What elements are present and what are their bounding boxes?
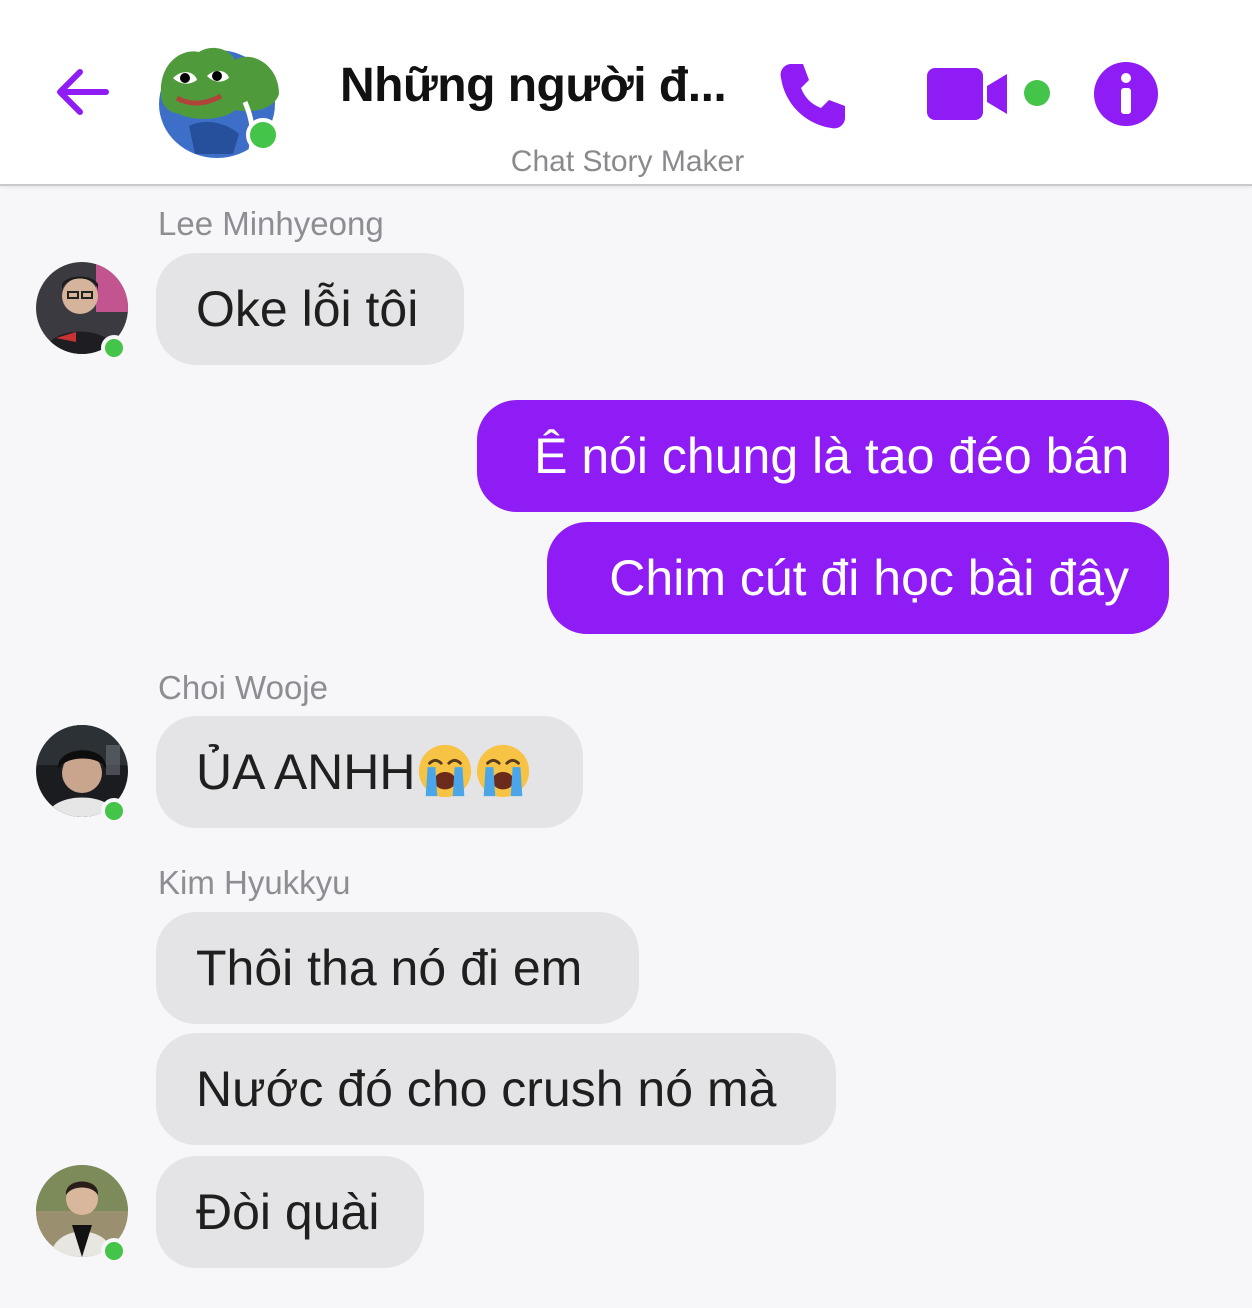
message-bubble[interactable]: Thôi tha nó đi em [156,912,639,1024]
video-online-indicator [1024,80,1050,106]
crying-face-icon [476,744,529,797]
group-online-indicator [246,118,280,152]
watermark-subtitle: Chat Story Maker [510,145,745,178]
message-text: Nước đó cho crush nó mà [196,1061,777,1117]
message-bubble-sent[interactable]: Chim cút đi học bài đây [547,522,1169,634]
online-indicator [101,798,127,824]
chat-header: Những người đ... Chat Story Maker [0,0,1252,186]
message-bubble[interactable]: Oke lỗi tôi [156,253,464,365]
video-camera-icon[interactable] [925,64,1015,124]
conversation-title[interactable]: Những người đ... [340,58,740,113]
online-indicator [101,1238,127,1264]
arrow-left-icon[interactable] [50,60,114,124]
phone-icon[interactable] [775,58,849,132]
message-bubble-sent[interactable]: Ê nói chung là tao đéo bán [477,400,1169,512]
message-text: Oke lỗi tôi [196,281,419,337]
sender-name: Lee Minhyeong [158,205,384,242]
sender-name: Choi Wooje [158,669,328,706]
online-indicator [101,335,127,361]
message-bubble[interactable]: ỦA ANHH [156,716,583,828]
message-text: ỦA ANHH [196,744,416,800]
message-text: Ê nói chung là tao đéo bán [534,428,1129,484]
message-bubble[interactable]: Nước đó cho crush nó mà [156,1033,836,1145]
message-text: Đòi quài [196,1184,380,1240]
message-text: Chim cút đi học bài đây [609,550,1129,606]
crying-face-icon [418,744,471,797]
sender-name: Kim Hyukkyu [158,864,351,901]
message-bubble[interactable]: Đòi quài [156,1156,424,1268]
message-text: Thôi tha nó đi em [196,940,583,996]
info-icon[interactable] [1092,60,1160,128]
